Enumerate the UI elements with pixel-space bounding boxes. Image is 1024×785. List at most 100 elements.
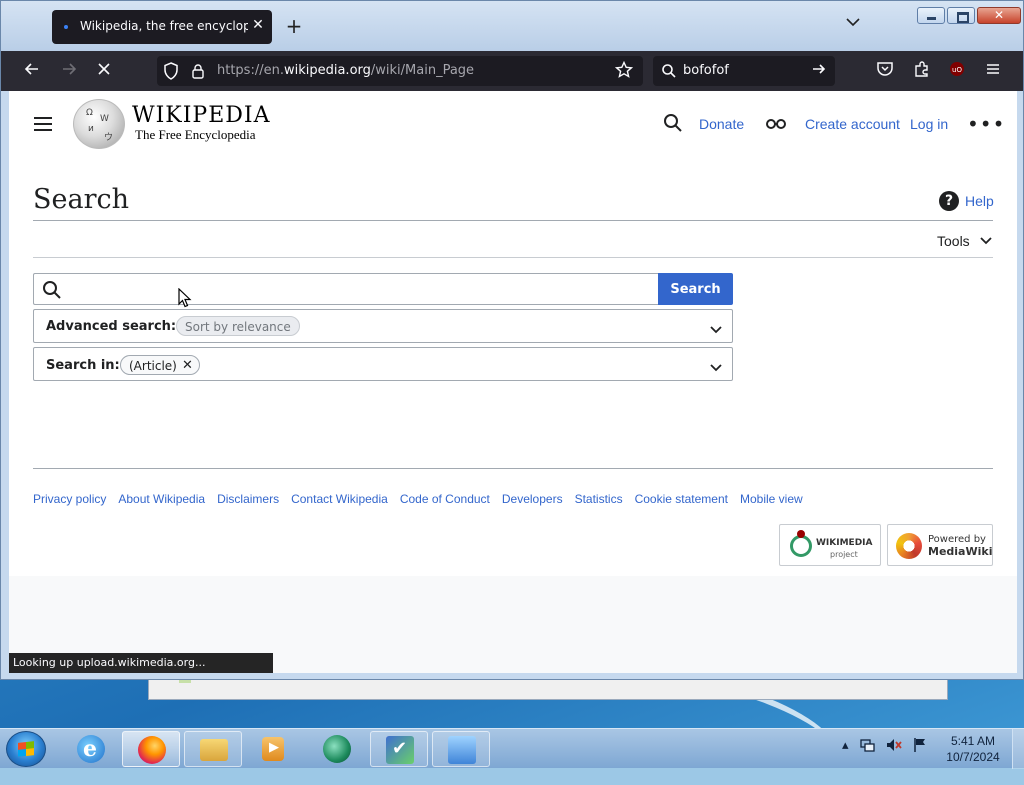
window-controls: ✕ bbox=[917, 7, 1021, 25]
search-field[interactable] bbox=[33, 273, 659, 305]
system-clock[interactable]: 5:41 AM 10/7/2024 bbox=[944, 733, 1002, 765]
mouse-cursor-icon bbox=[178, 288, 192, 308]
footer-link-developers[interactable]: Developers bbox=[502, 492, 563, 506]
remove-chip-icon[interactable]: ✕ bbox=[182, 356, 193, 376]
browser-search-value[interactable]: bofofof bbox=[683, 63, 729, 78]
media-player-icon: ▶ bbox=[262, 737, 284, 761]
url-prefix: https://en. bbox=[217, 63, 284, 78]
browser-search-bar[interactable]: bofofof bbox=[653, 56, 835, 86]
system-tray: ▴ bbox=[842, 737, 927, 753]
close-window-button[interactable]: ✕ bbox=[977, 7, 1021, 24]
ublock-origin-icon[interactable]: uO bbox=[946, 60, 968, 82]
article-namespace-chip[interactable]: (Article) ✕ bbox=[120, 355, 200, 375]
title-bar: Wikipedia, the free encyclopedia ✕ + ✕ bbox=[1, 1, 1023, 51]
powered-by-mediawiki-badge[interactable]: Powered by MediaWiki bbox=[887, 524, 993, 566]
tab-close-icon[interactable]: ✕ bbox=[250, 17, 266, 33]
footer-link-statistics[interactable]: Statistics bbox=[575, 492, 623, 506]
wikimedia-badge-text: WIKIMEDIA bbox=[816, 538, 873, 548]
internet-explorer-icon: e bbox=[77, 735, 105, 763]
new-tab-button[interactable]: + bbox=[283, 15, 305, 37]
media-player-taskbar-button[interactable]: ▶ bbox=[244, 731, 302, 767]
wikimedia-badge-subtext: project bbox=[830, 550, 858, 559]
windows-flag-icon-lower bbox=[18, 748, 34, 757]
firefox-window: Wikipedia, the free encyclopedia ✕ + ✕ bbox=[0, 0, 1024, 680]
firefox-taskbar-button[interactable] bbox=[122, 731, 180, 767]
list-tabs-chevron-icon[interactable] bbox=[846, 15, 860, 31]
status-bar: Looking up upload.wikimedia.org... bbox=[9, 653, 273, 673]
article-chip-label: (Article) bbox=[129, 359, 177, 373]
wikimedia-logo-icon bbox=[790, 535, 812, 557]
action-center-flag-icon[interactable] bbox=[913, 737, 927, 753]
clock-date: 10/7/2024 bbox=[946, 750, 1000, 764]
footer-link-mobile[interactable]: Mobile view bbox=[740, 492, 803, 506]
url-path: /wiki/Main_Page bbox=[370, 63, 475, 78]
file-explorer-taskbar-button[interactable] bbox=[184, 731, 242, 767]
green-app-taskbar-button[interactable] bbox=[308, 731, 366, 767]
installer-taskbar-button[interactable]: ✔ bbox=[370, 731, 428, 767]
header-search-icon[interactable] bbox=[663, 113, 683, 137]
search-icon bbox=[661, 63, 677, 83]
tracking-shield-icon[interactable] bbox=[163, 62, 179, 84]
internet-explorer-taskbar-button[interactable]: e bbox=[62, 731, 120, 767]
firefox-icon bbox=[138, 736, 166, 764]
title-divider bbox=[33, 220, 993, 221]
footer-link-cookies[interactable]: Cookie statement bbox=[635, 492, 728, 506]
url-text[interactable]: https://en.wikipedia.org/wiki/Main_Page bbox=[217, 63, 474, 78]
mediawiki-badge-top: Powered by bbox=[928, 534, 986, 545]
network-icon[interactable] bbox=[859, 737, 875, 753]
search-input[interactable] bbox=[70, 277, 654, 303]
stop-loading-icon[interactable] bbox=[93, 60, 115, 82]
search-go-arrow-icon[interactable] bbox=[811, 61, 827, 81]
footer-link-contact[interactable]: Contact Wikipedia bbox=[291, 492, 388, 506]
green-app-icon bbox=[323, 735, 351, 763]
tools-dropdown[interactable]: Tools bbox=[937, 233, 992, 249]
control-panel-taskbar-button[interactable] bbox=[432, 731, 490, 767]
login-link[interactable]: Log in bbox=[910, 116, 948, 132]
show-desktop-button[interactable] bbox=[1012, 729, 1024, 769]
chevron-down-icon bbox=[979, 237, 992, 245]
wikimedia-project-badge[interactable]: WIKIMEDIA project bbox=[779, 524, 881, 566]
chevron-down-icon[interactable] bbox=[710, 320, 722, 339]
mediawiki-flower-icon bbox=[896, 533, 922, 559]
search-in-accordion[interactable]: Search in: (Article) ✕ bbox=[33, 347, 733, 381]
more-options-icon[interactable]: ••• bbox=[967, 112, 1005, 136]
extensions-puzzle-icon[interactable] bbox=[911, 60, 933, 82]
create-account-link[interactable]: Create account bbox=[805, 116, 900, 132]
footer-link-disclaimers[interactable]: Disclaimers bbox=[217, 492, 279, 506]
hamburger-menu-icon[interactable] bbox=[982, 60, 1004, 82]
appearance-glasses-icon[interactable] bbox=[765, 116, 787, 135]
page-title: Search bbox=[33, 184, 129, 215]
maximize-button[interactable] bbox=[947, 7, 975, 24]
search-in-label: Search in: bbox=[46, 358, 120, 373]
back-arrow-icon[interactable] bbox=[21, 60, 43, 82]
sort-by-relevance-chip[interactable]: Sort by relevance bbox=[176, 316, 300, 336]
search-button[interactable]: Search bbox=[658, 273, 733, 305]
footer-link-conduct[interactable]: Code of Conduct bbox=[400, 492, 490, 506]
svg-text:uO: uO bbox=[952, 66, 962, 74]
wikimedia-logo-dot bbox=[797, 530, 805, 538]
minimize-button[interactable] bbox=[917, 7, 945, 24]
tab-title: Wikipedia, the free encyclopedia bbox=[80, 19, 248, 33]
forward-arrow-icon[interactable] bbox=[58, 60, 80, 82]
help-link[interactable]: ? Help bbox=[939, 191, 994, 211]
chevron-down-icon[interactable] bbox=[710, 358, 722, 377]
footer-link-about[interactable]: About Wikipedia bbox=[118, 492, 205, 506]
footer-links: Privacy policy About Wikipedia Disclaime… bbox=[33, 492, 803, 506]
pocket-icon[interactable] bbox=[874, 60, 896, 82]
show-hidden-icons-icon[interactable]: ▴ bbox=[842, 738, 849, 753]
wikipedia-wordmark[interactable]: WIKIPEDIA bbox=[132, 103, 271, 128]
mediawiki-badge-bottom: MediaWiki bbox=[928, 545, 993, 558]
wikipedia-tagline: The Free Encyclopedia bbox=[135, 127, 256, 142]
lock-icon[interactable] bbox=[191, 63, 205, 83]
wikipedia-globe-icon[interactable]: ΩWиウ bbox=[73, 99, 125, 149]
bookmark-star-icon[interactable] bbox=[614, 60, 634, 84]
start-button[interactable] bbox=[6, 731, 46, 767]
main-menu-icon[interactable] bbox=[33, 115, 53, 137]
footer-link-privacy[interactable]: Privacy policy bbox=[33, 492, 106, 506]
volume-muted-icon[interactable] bbox=[885, 737, 903, 753]
browser-tab[interactable]: Wikipedia, the free encyclopedia ✕ bbox=[52, 10, 272, 44]
url-bar[interactable]: https://en.wikipedia.org/wiki/Main_Page bbox=[157, 56, 643, 86]
advanced-search-accordion[interactable]: Advanced search: Sort by relevance bbox=[33, 309, 733, 343]
donate-link[interactable]: Donate bbox=[699, 116, 744, 132]
web-page: ΩWиウ WIKIPEDIA The Free Encyclopedia Don… bbox=[9, 91, 1017, 673]
